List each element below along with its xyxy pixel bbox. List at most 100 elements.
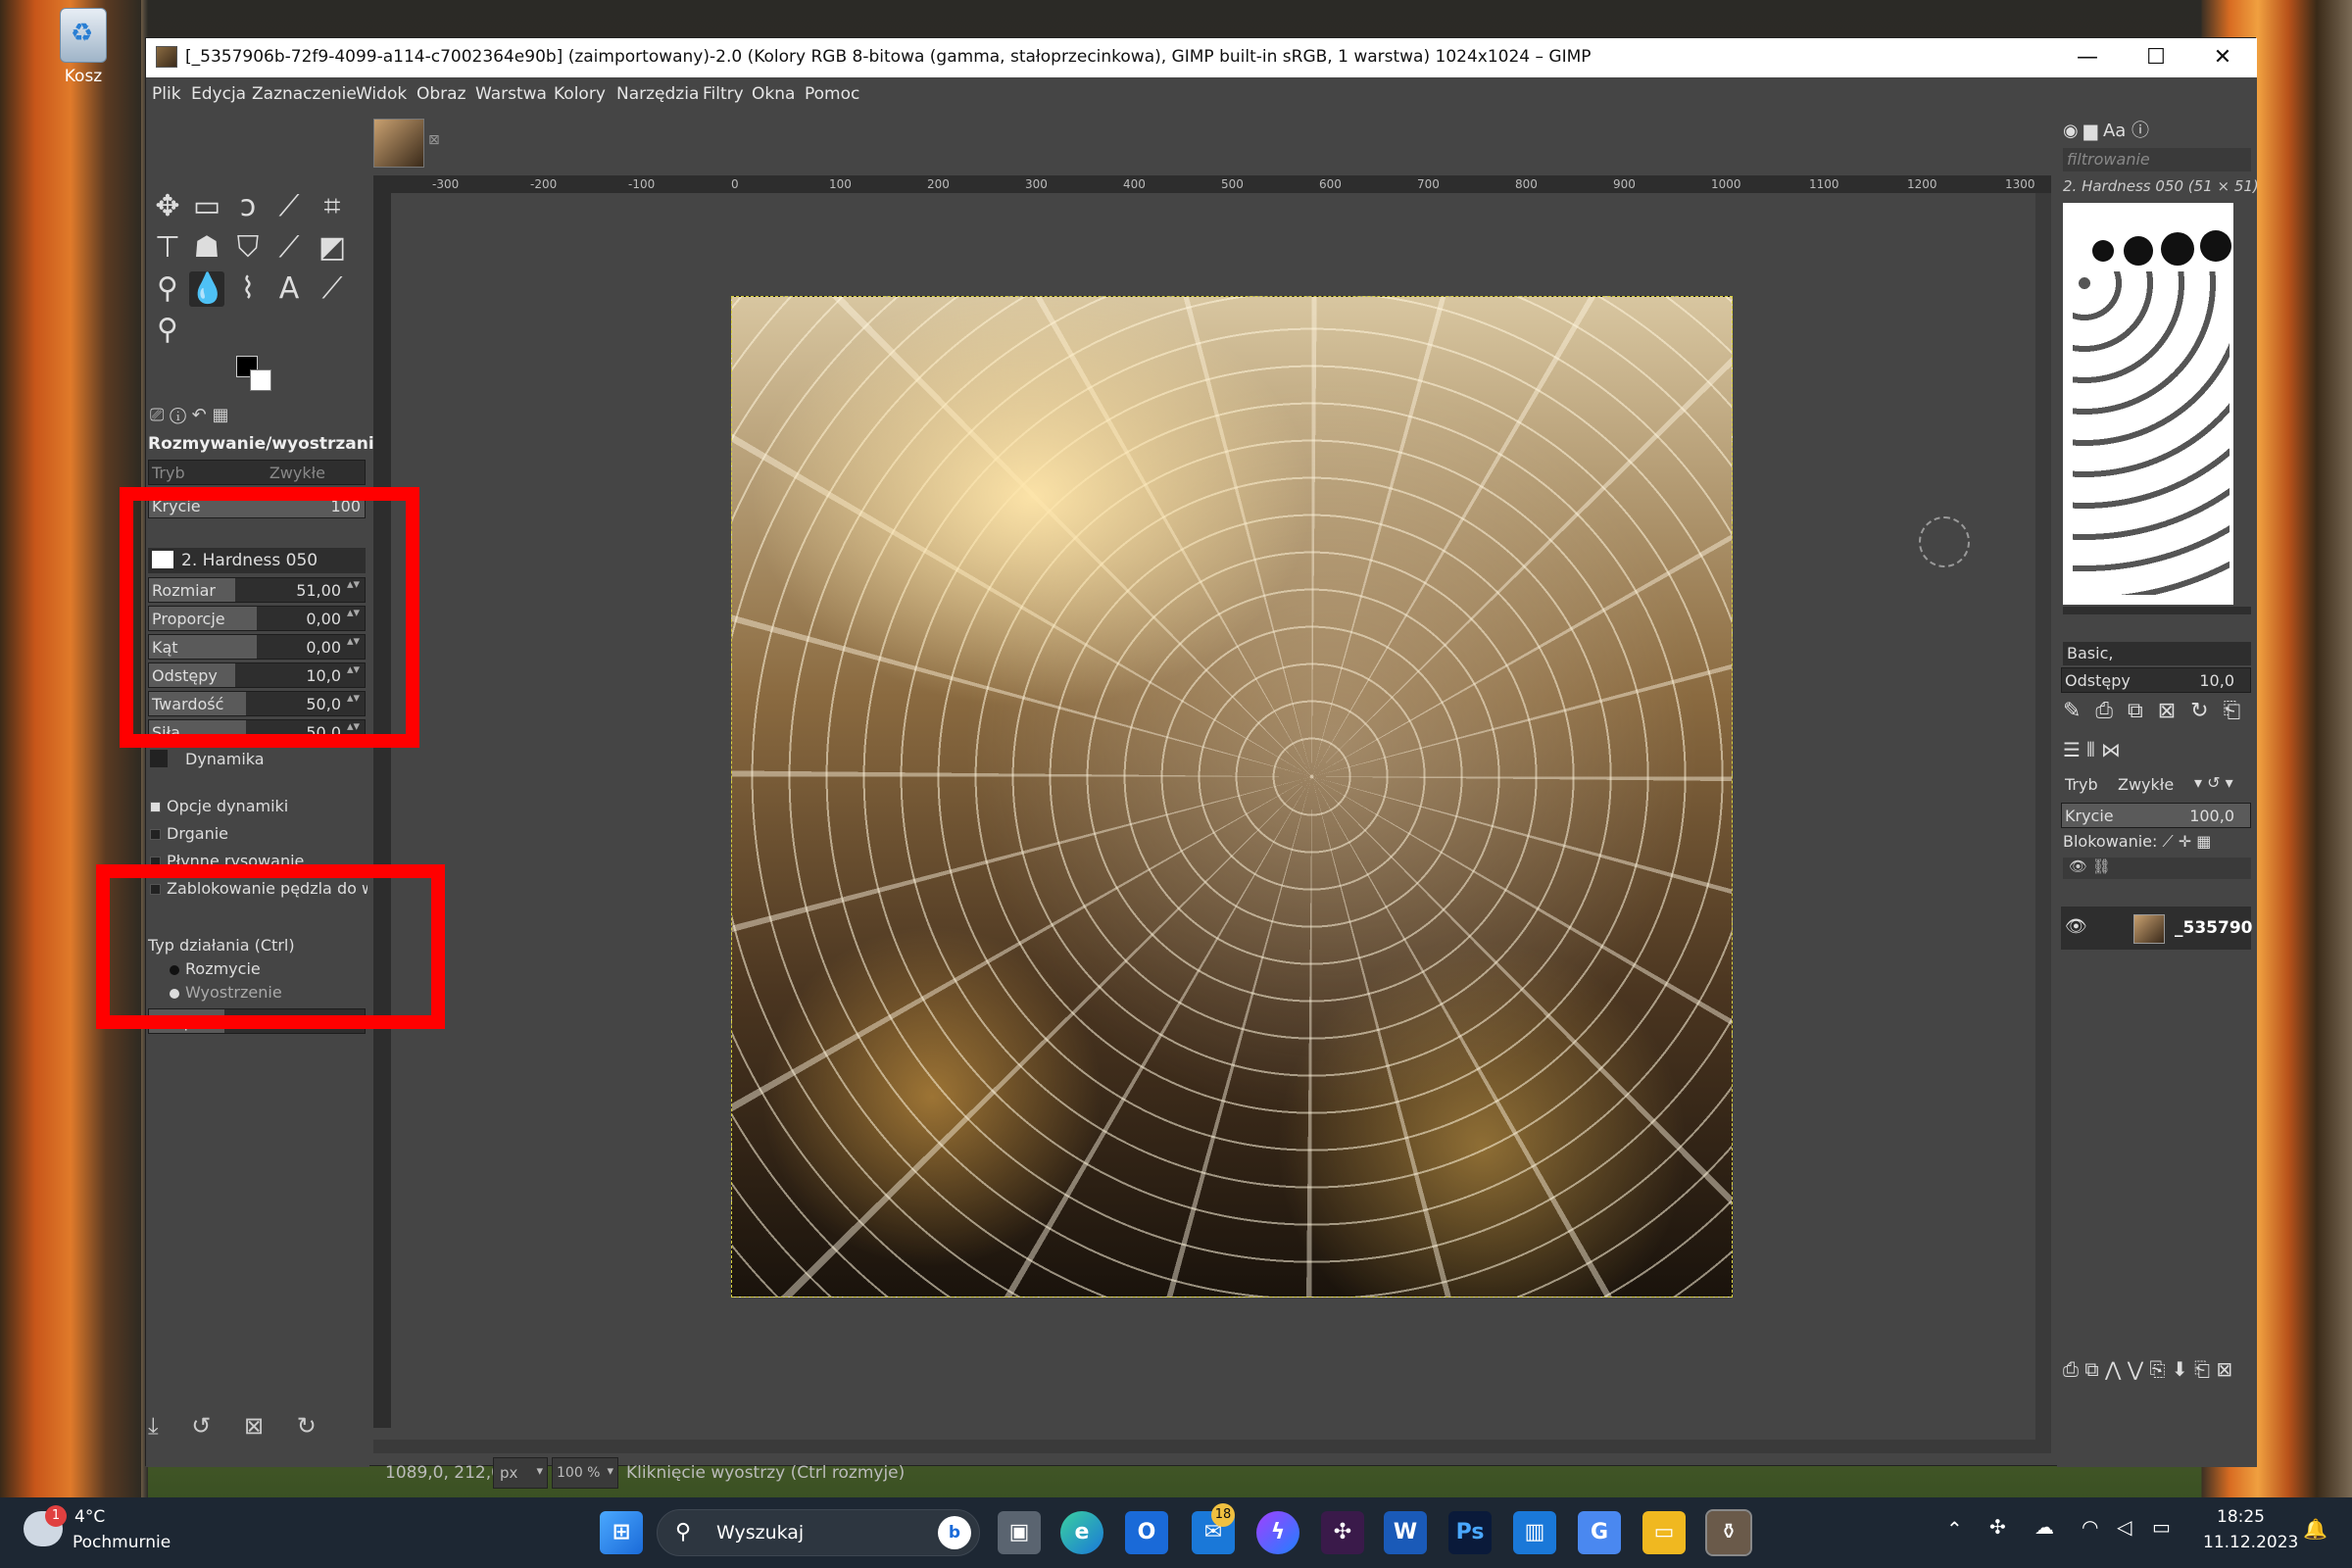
menu-colors[interactable]: Kolory <box>554 84 606 104</box>
image-canvas-spider-web[interactable] <box>731 296 1733 1298</box>
dynamics-selector[interactable]: Dynamika <box>150 748 366 771</box>
eraser-tool-icon[interactable]: ◩ <box>315 230 350 266</box>
warp-tool-icon[interactable]: ☗ <box>189 230 224 266</box>
menu-view[interactable]: Widok <box>356 84 407 104</box>
gimp-taskbar-icon[interactable]: ⚱ <box>1705 1509 1752 1556</box>
brush-list-scrollbar[interactable] <box>2063 607 2251 614</box>
maximize-button[interactable]: ☐ <box>2122 38 2190 77</box>
size-spinner-icon[interactable]: ▴▾ <box>347 578 361 591</box>
crop-tool-icon[interactable]: ⌗ <box>315 189 350 224</box>
brush-spacing-slider[interactable]: Odstępy 10,0 <box>2061 667 2251 693</box>
menu-tools[interactable]: Narzędzia <box>616 84 699 104</box>
taskbar-search[interactable]: ⚲ Wyszukaj b <box>657 1509 980 1556</box>
edge-icon[interactable]: e <box>1060 1511 1103 1554</box>
text-tool-icon[interactable]: A <box>271 271 307 307</box>
vertical-scrollbar[interactable] <box>2035 193 2051 1440</box>
menu-filters[interactable]: Filtry <box>703 84 744 104</box>
clock-date[interactable]: 11.12.2023 <box>2203 1533 2298 1552</box>
menu-help[interactable]: Pomoc <box>805 84 859 104</box>
brush-grid[interactable] <box>2063 203 2233 605</box>
start-button-icon[interactable]: ⊞ <box>600 1511 643 1554</box>
outlook-new-icon[interactable]: O <box>1125 1511 1168 1554</box>
size-slider[interactable]: Rozmiar 51,00 ▴▾ <box>148 577 366 603</box>
menu-layer[interactable]: Warstwa <box>475 84 547 104</box>
slack-icon[interactable]: ✣ <box>1321 1511 1364 1554</box>
angle-slider[interactable]: Kąt 0,00 ▴▾ <box>148 634 366 660</box>
photoshop-icon[interactable]: Ps <box>1448 1511 1492 1554</box>
close-button[interactable]: ✕ <box>2188 38 2257 77</box>
messenger-icon[interactable]: ϟ <box>1256 1511 1299 1554</box>
lasso-tool-icon[interactable]: ↄ <box>230 189 266 224</box>
brushes-dock-tabs[interactable]: ◉ ▆ Aa ⓘ <box>2063 117 2200 142</box>
fuzzy-select-tool-icon[interactable]: ⟋ <box>271 189 307 224</box>
dock-tabs[interactable]: ⎚ ⓘ ↶ ▦ <box>150 405 248 426</box>
word-icon[interactable]: W <box>1384 1511 1427 1554</box>
notifications-bell-icon[interactable]: 🔔 <box>2303 1517 2328 1541</box>
menu-file[interactable]: Plik <box>152 84 181 104</box>
zoom-tool-icon[interactable]: ⚲ <box>150 313 185 348</box>
menu-select[interactable]: Zaznaczenie <box>252 84 357 104</box>
battery-icon[interactable]: ▭ <box>2152 1515 2171 1539</box>
unit-select[interactable]: px ▾ <box>493 1457 548 1489</box>
menu-image[interactable]: Obraz <box>416 84 466 104</box>
wifi-icon[interactable]: ◠ <box>2082 1515 2098 1539</box>
dynamics-options-toggle[interactable]: Opcje dynamiki <box>150 797 288 815</box>
bucket-fill-tool-icon[interactable]: ⛉ <box>230 230 266 266</box>
layer-row[interactable]: 👁 _535790 <box>2061 906 2252 950</box>
sharpen-radio[interactable]: Wyostrzenie <box>170 983 282 1002</box>
brush-selector[interactable]: 2. Hardness 050 <box>148 548 366 573</box>
force-slider[interactable]: Siła 50,0 ▴▾ <box>148 719 366 745</box>
blur-radio[interactable]: Rozmycie <box>170 959 261 978</box>
volume-icon[interactable]: ◁ <box>2117 1515 2132 1539</box>
smooth-stroke-checkbox[interactable]: Płynne rysowanie <box>150 852 304 870</box>
layer-opacity-slider[interactable]: Krycie 100,0 <box>2061 803 2251 828</box>
bing-icon[interactable]: b <box>938 1516 971 1549</box>
menu-windows[interactable]: Okna <box>752 84 795 104</box>
lock-brush-checkbox[interactable]: Zablokowanie pędzla do wid <box>150 879 368 898</box>
image-tab-thumbnail[interactable] <box>373 119 424 168</box>
clone-tool-icon[interactable]: ⚲ <box>150 271 185 307</box>
menu-edit[interactable]: Edycja <box>191 84 246 104</box>
spacing-slider[interactable]: Odstępy 10,0 ▴▾ <box>148 662 366 688</box>
rect-select-tool-icon[interactable]: ▭ <box>189 189 224 224</box>
angle-spinner-icon[interactable]: ▴▾ <box>347 635 361 648</box>
aspect-slider[interactable]: Proporcje 0,00 ▴▾ <box>148 606 366 631</box>
image-tab-close-icon[interactable]: ⊠ <box>428 132 440 148</box>
recycle-bin-desktop-icon[interactable]: Kosz <box>39 8 127 86</box>
opacity-slider[interactable]: Krycie 100 <box>148 493 366 518</box>
background-color-swatch[interactable] <box>250 369 271 391</box>
blur-sharpen-tool-icon[interactable]: 💧 <box>189 271 225 307</box>
rate-slider[interactable]: Tempo 50 <box>148 1008 366 1034</box>
paths-tool-icon[interactable]: ⌇ <box>230 271 266 307</box>
slack-tray-icon[interactable]: ✣ <box>1989 1515 2006 1539</box>
brush-action-buttons[interactable]: ✎ ⎙ ⧉ ⊠ ↻ ⎗ <box>2063 699 2251 728</box>
color-picker-tool-icon[interactable]: ⟋ <box>315 271 350 307</box>
zoom-select[interactable]: 100 % ▾ <box>552 1457 618 1489</box>
mode-select[interactable]: Tryb Zwykłe <box>148 460 366 485</box>
layer-mode-select[interactable]: Tryb Zwykłe ▾ ↺ ▾ <box>2061 771 2251 797</box>
lock-icons[interactable]: ⟋ ✛ ▦ <box>2157 832 2211 851</box>
task-view-icon[interactable]: ▣ <box>998 1511 1041 1554</box>
clock-time[interactable]: 18:25 <box>2217 1507 2265 1527</box>
onedrive-icon[interactable]: ☁ <box>2034 1515 2054 1539</box>
layer-visibility-eye-icon[interactable]: 👁 <box>2065 916 2087 937</box>
trello-icon[interactable]: ▥ <box>1513 1511 1556 1554</box>
paintbrush-tool-icon[interactable]: ⟋ <box>271 230 307 266</box>
translate-icon[interactable]: G <box>1578 1511 1621 1554</box>
layers-dock-tabs[interactable]: ☰ ⫴ ⋈ <box>2063 738 2180 763</box>
spacing-spinner-icon[interactable]: ▴▾ <box>347 663 361 676</box>
jitter-checkbox[interactable]: Drganie <box>150 824 228 843</box>
file-explorer-icon[interactable]: ▭ <box>1642 1511 1686 1554</box>
transform-tool-icon[interactable]: ⊤ <box>150 230 185 266</box>
horizontal-scrollbar[interactable] <box>373 1440 2051 1453</box>
title-bar[interactable]: [_5357906b-72f9-4099-a114-c7002364e90b] … <box>146 38 2257 77</box>
hardness-spinner-icon[interactable]: ▴▾ <box>347 692 361 705</box>
minimize-button[interactable]: — <box>2053 38 2122 77</box>
brush-filter-input[interactable]: filtrowanie <box>2063 148 2251 172</box>
brush-preset-select[interactable]: Basic, <box>2063 642 2251 665</box>
layer-action-buttons[interactable]: ⎙ ⧉ ⋀ ⋁ ⎘ ⬇ ⎗ ⊠ <box>2063 1357 2251 1387</box>
move-tool-icon[interactable]: ✥ <box>150 189 185 224</box>
tray-overflow-icon[interactable]: ⌃ <box>1946 1517 1963 1541</box>
aspect-spinner-icon[interactable]: ▴▾ <box>347 607 361 619</box>
tool-options-footer-buttons[interactable]: ⤓ ↺ ⊠ ↻ <box>148 1412 366 1451</box>
